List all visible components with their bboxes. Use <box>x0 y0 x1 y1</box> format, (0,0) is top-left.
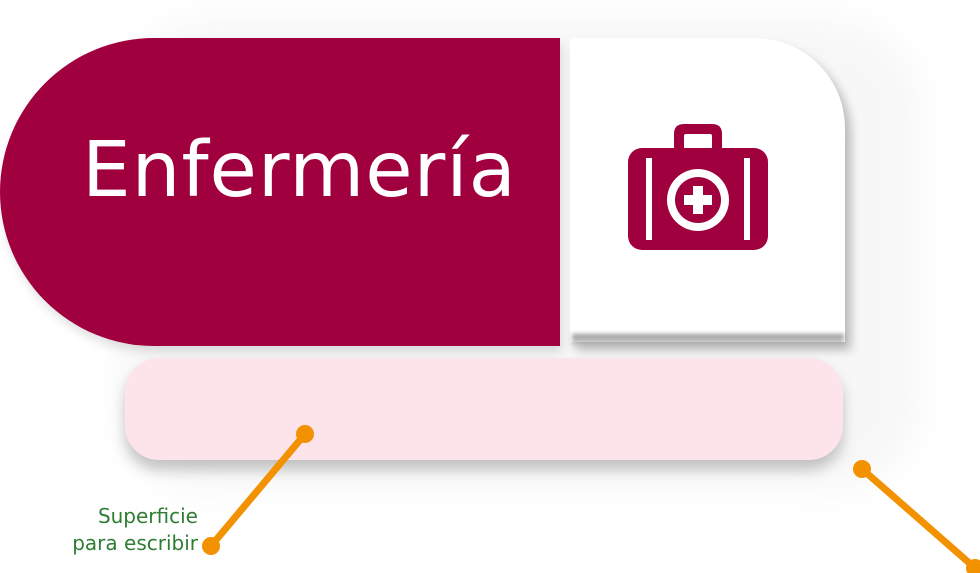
pointer-line-right <box>858 465 979 572</box>
callout-pointers <box>202 425 980 573</box>
pointer-line-left <box>207 430 309 550</box>
callout-label-line1: Superficie <box>97 504 198 528</box>
pointer-dot-right-top <box>853 460 871 478</box>
pointer-dot-left-top <box>296 425 314 443</box>
pointer-dot-left-bottom <box>202 537 220 555</box>
callout-label-line2: para escribir <box>72 531 198 555</box>
